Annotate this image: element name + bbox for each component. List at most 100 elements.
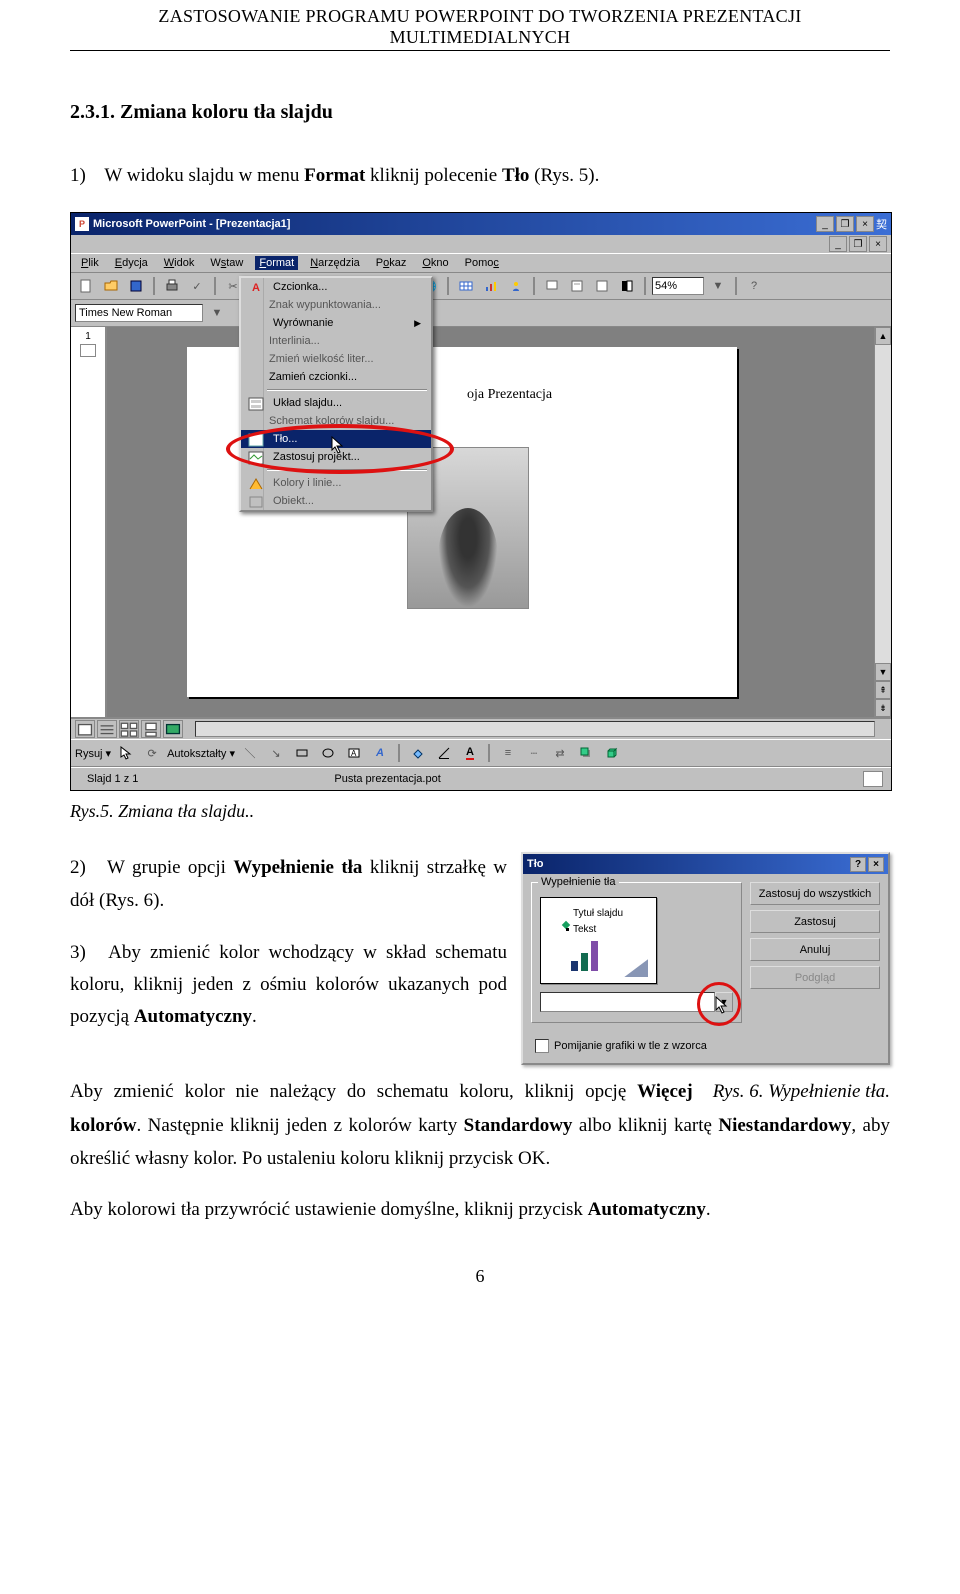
preview-corner-icon [624,959,648,977]
cancel-button[interactable]: Anuluj [750,938,880,961]
menu-plik[interactable]: PPliklik [77,256,103,270]
spellcheck-status-icon[interactable] [863,771,883,787]
menu-item-uklad-slajdu[interactable]: Układ slajdu... [241,394,431,412]
zoom-dropdown-button[interactable]: ▼ [707,276,729,296]
line-style-button[interactable]: ≡ [497,743,519,763]
background-icon [244,432,268,448]
menu-separator-1 [267,389,427,391]
apply-design-button[interactable] [591,276,613,296]
fill-color-button[interactable] [407,743,429,763]
standard-toolbar: ✓ ✂ 🖌 ↶ ↷ 🔗 🌐 [71,273,891,300]
slide-sorter-view-button[interactable] [119,720,139,738]
doc-maximize-button[interactable]: ❐ [849,236,867,252]
dialog-help-button[interactable]: ? [850,857,866,872]
scroll-up-button[interactable]: ▲ [875,327,891,345]
menu-pomoc[interactable]: Pomoc [461,256,503,270]
preview-button[interactable]: Podgląd [750,966,880,989]
wordart-button[interactable]: A [369,743,391,763]
menu-widok[interactable]: Widok [160,256,199,270]
omit-graphics-checkbox[interactable] [535,1039,549,1053]
menu-okno[interactable]: Okno [418,256,452,270]
next-slide-button[interactable]: ⇟ [875,699,891,717]
vertical-scrollbar[interactable]: ▲ ▼ ⇞ ⇟ [874,327,891,717]
insert-clipart-button[interactable] [505,276,527,296]
draw-menu-button[interactable]: Rysuj ▾ [75,747,111,760]
slideshow-view-button[interactable] [163,720,183,738]
para-more-bold3: Niestandardowy [718,1115,851,1136]
horizontal-scrollbar[interactable] [195,721,875,737]
prev-slide-button[interactable]: ⇞ [875,681,891,699]
save-button[interactable] [125,276,147,296]
font-color-button[interactable]: A [459,743,481,763]
normal-view-button[interactable] [75,720,95,738]
rotate-button[interactable]: ⟳ [141,743,163,763]
outline-view-button[interactable] [97,720,117,738]
zoom-combo[interactable]: 54% [652,277,704,295]
status-slide-count: Slajd 1 z 1 [79,773,146,785]
dash-style-button[interactable]: ┄ [523,743,545,763]
window-title: Microsoft PowerPoint - [Prezentacja1] [93,218,290,230]
scroll-track[interactable] [875,345,891,663]
toolbar-divider [488,744,490,762]
toolbar-divider [533,277,535,295]
mouse-cursor-icon [715,996,729,1014]
autoshapes-menu-button[interactable]: Autokształty ▾ [167,747,235,760]
outline-slide-thumb-icon[interactable] [80,344,96,357]
apply-all-button[interactable]: Zastosuj do wszystkich [750,882,880,905]
new-button[interactable] [75,276,97,296]
maximize-button[interactable]: ❐ [836,216,854,232]
menu-item-kolory-linie: Kolory i linie... [241,474,431,492]
apply-button[interactable]: Zastosuj [750,910,880,933]
dialog-titlebar: Tło ? × [523,854,888,874]
menu-wstaw[interactable]: Wstaw [206,256,247,270]
menu-format[interactable]: Format [255,256,298,270]
line-button[interactable]: ＼ [239,743,261,763]
new-slide-button[interactable] [541,276,563,296]
select-objects-button[interactable] [115,743,137,763]
shadow-button[interactable] [575,743,597,763]
insert-table-button[interactable] [455,276,477,296]
view-buttons-group [71,720,187,738]
textbox-button[interactable]: A [343,743,365,763]
spellcheck-button[interactable]: ✓ [186,276,208,296]
fill-color-combo[interactable] [540,992,715,1012]
figure-1: P Microsoft PowerPoint - [Prezentacja1] … [70,212,890,791]
help-button[interactable]: ? [743,276,765,296]
line-color-button[interactable] [433,743,455,763]
menu-item-czcionka[interactable]: A Czcionka... [241,278,431,296]
slide-editing-area[interactable]: oja Prezentacja [107,327,874,717]
insert-chart-button[interactable] [480,276,502,296]
app-icon: P [75,217,89,231]
print-button[interactable] [161,276,183,296]
notes-view-button[interactable] [141,720,161,738]
toolbar-divider [153,277,155,295]
bw-view-button[interactable] [616,276,638,296]
menu-item-znak-wypunktowania: Znak wypunktowania... [241,296,431,314]
minimize-button[interactable]: _ [816,216,834,232]
slide-title-text: oja Prezentacja [467,387,552,403]
rectangle-button[interactable] [291,743,313,763]
font-dropdown-button[interactable]: ▼ [206,303,228,323]
slide-layout-button[interactable] [566,276,588,296]
preview-slide: Tytuł slajdu Tekst [540,897,657,984]
arrow-button[interactable]: ↘ [265,743,287,763]
step-2-marker: 2) [70,852,100,884]
figure-1-caption: Rys.5. Zmiana tła slajdu.. [70,801,890,822]
doc-close-button[interactable]: × [869,236,887,252]
doc-minimize-button[interactable]: _ [829,236,847,252]
open-button[interactable] [100,276,122,296]
menu-edycja[interactable]: Edycja [111,256,152,270]
dialog-close-button[interactable]: × [868,857,884,872]
3d-button[interactable] [601,743,623,763]
arrow-style-button[interactable]: ⇄ [549,743,571,763]
paragraph-restore-default: Aby kolorowi tła przywrócić ustawienie d… [70,1193,890,1226]
dialog-button-column: Zastosuj do wszystkich Zastosuj Anuluj P… [750,882,880,1023]
menu-pokaz[interactable]: Pokaz [372,256,411,270]
font-combo[interactable]: Times New Roman [75,304,203,322]
menu-narzedzia[interactable]: Narzędzia [306,256,364,270]
close-button[interactable]: × [856,216,874,232]
menu-item-wyrownanie[interactable]: Wyrównanie ▶ [241,314,431,332]
scroll-down-button[interactable]: ▼ [875,663,891,681]
menu-item-zamien-czcionki[interactable]: Zamień czcionki... [241,368,431,386]
oval-button[interactable] [317,743,339,763]
